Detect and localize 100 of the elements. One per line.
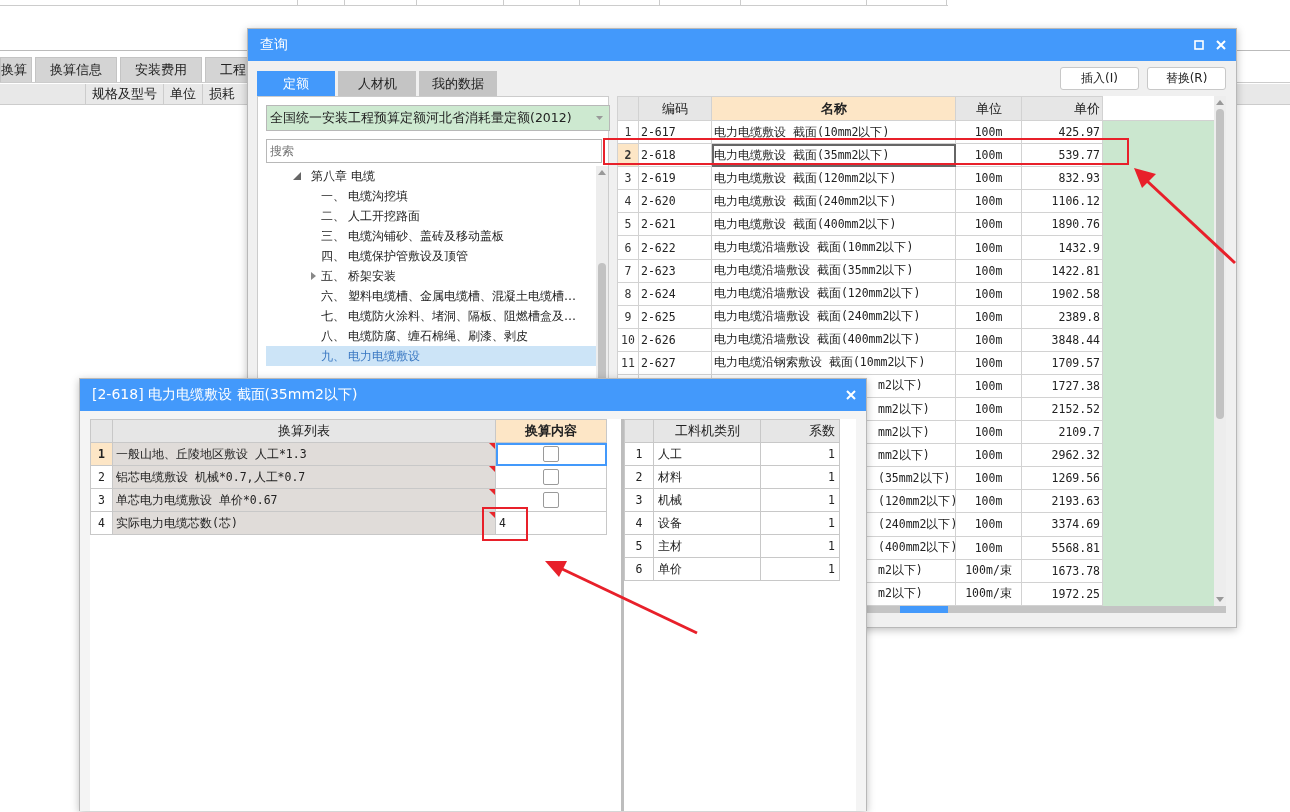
row-number: 11 — [617, 351, 639, 375]
column-header: 编码 — [638, 96, 712, 121]
tab[interactable]: 人材机 — [338, 71, 416, 96]
row-number: 2 — [624, 465, 654, 489]
table-cell: 100m — [955, 489, 1022, 513]
row-number: 5 — [617, 212, 639, 236]
table-cell: 机械 — [653, 488, 761, 512]
window-title: 查询 — [260, 36, 289, 54]
table-cell: 100m — [955, 351, 1022, 375]
table-cell: 电力电缆沿墙敷设 截面(10mm2以下) — [711, 236, 956, 260]
table-cell: 一般山地、丘陵地区敷设 人工*1.3 — [116, 446, 307, 461]
row-number: 2 — [90, 465, 113, 489]
row-number: 9 — [617, 305, 639, 329]
table-cell: 电力电缆沿墙敷设 截面(400mm2以下) — [711, 328, 956, 352]
table-cell: 1422.81 — [1021, 259, 1103, 283]
table-cell: 电力电缆沿墙敷设 截面(240mm2以下) — [711, 305, 956, 329]
scroll-up-icon — [598, 170, 606, 175]
library-dropdown[interactable]: 全国统一安装工程预算定额河北省消耗量定额(2012) — [266, 105, 610, 131]
collapsed-icon — [311, 272, 316, 280]
column-header: 单位 — [955, 96, 1022, 121]
table-cell: 1 — [760, 488, 840, 512]
table-cell: 材料 — [653, 465, 761, 489]
table-cell: 铝芯电缆敷设 机械*0.7,人工*0.7 — [116, 469, 306, 484]
tree-item[interactable]: 五、 桥架安装 — [266, 266, 596, 286]
table-cell: 4 — [499, 516, 506, 530]
tab[interactable]: 安装费用 — [120, 57, 202, 82]
table-cell: 100m — [955, 466, 1022, 490]
table-cell: 1 — [760, 557, 840, 581]
tree-item[interactable]: 四、 电缆保护管敷设及顶管 — [266, 246, 596, 266]
table-cell: 2109.7 — [1021, 420, 1103, 444]
table-cell: 100m — [955, 259, 1022, 283]
tree-item[interactable]: 三、 电缆沟铺砂、盖砖及移动盖板 — [266, 226, 596, 246]
checkbox[interactable] — [543, 469, 559, 485]
table-cell: 人工 — [653, 442, 761, 466]
table-cell: 100m — [955, 443, 1022, 467]
tab[interactable]: 换算 — [0, 57, 32, 82]
table-cell: 电力电缆敷设 截面(120mm2以下) — [711, 166, 956, 190]
table-cell: 2-618 — [638, 143, 712, 167]
tree-item[interactable]: 八、 电缆防腐、缠石棉绳、刷漆、剥皮 — [266, 326, 596, 346]
tree-item[interactable]: 一、 电缆沟挖填 — [266, 186, 596, 206]
table-cell: 2962.32 — [1021, 443, 1103, 467]
window-title: [2-618] 电力电缆敷设 截面(35mm2以下) — [92, 386, 359, 404]
action-button[interactable]: 插入(I) — [1060, 67, 1139, 90]
table-cell: 电力电缆沿墙敷设 截面(35mm2以下) — [711, 259, 956, 283]
row-number: 10 — [617, 328, 639, 352]
table-cell: 3374.69 — [1021, 512, 1103, 536]
column-header: 工料机类别 — [653, 419, 761, 443]
table-cell: 电力电缆敷设 截面(400mm2以下) — [711, 212, 956, 236]
table-cell: 100m — [955, 397, 1022, 421]
table-cell: 2-619 — [638, 166, 712, 190]
row-number: 1 — [624, 442, 654, 466]
table-cell: 2-620 — [638, 189, 712, 213]
tree-item[interactable]: 九、 电力电缆敷设 — [266, 346, 596, 366]
table-cell: 100m — [955, 143, 1022, 167]
expanded-icon — [293, 172, 301, 180]
table-cell: 1269.56 — [1021, 466, 1103, 490]
row-number: 4 — [617, 189, 639, 213]
tree-item[interactable]: 二、 人工开挖路面 — [266, 206, 596, 226]
row-number: 6 — [624, 557, 654, 581]
tree-item[interactable]: 七、 电缆防火涂料、堵洞、隔板、阻燃槽盒及… — [266, 306, 596, 326]
table-cell: 100m — [955, 166, 1022, 190]
row-number: 3 — [624, 488, 654, 512]
row-number: 7 — [617, 259, 639, 283]
table-cell: 1727.38 — [1021, 374, 1103, 398]
table-cell: 2-621 — [638, 212, 712, 236]
table-cell: 1902.58 — [1021, 282, 1103, 306]
table-cell: 单价 — [653, 557, 761, 581]
table-cell: 425.97 — [1021, 120, 1103, 144]
table-cell: 100m — [955, 282, 1022, 306]
table-cell: 100m — [955, 328, 1022, 352]
scrollbar[interactable] — [1214, 96, 1226, 606]
column-header: 损耗 — [202, 84, 241, 104]
row-number: 3 — [90, 488, 113, 512]
table-cell: 539.77 — [1021, 143, 1103, 167]
table-cell: 1 — [760, 534, 840, 558]
table-cell: 100m/束 — [955, 559, 1022, 583]
table-cell: 2-622 — [638, 236, 712, 260]
row-number: 4 — [624, 511, 654, 535]
search-field[interactable]: 搜索 — [266, 139, 602, 163]
tab[interactable]: 换算信息 — [35, 57, 117, 82]
table-cell: 主材 — [653, 534, 761, 558]
checkbox[interactable] — [543, 446, 559, 462]
row-number: 1 — [617, 120, 639, 144]
table-cell: 单芯电力电缆敷设 单价*0.67 — [116, 492, 278, 507]
maximize-icon — [1194, 40, 1204, 50]
row-number: 5 — [624, 534, 654, 558]
scroll-up-icon — [1216, 100, 1224, 105]
action-button[interactable]: 替换(R) — [1147, 67, 1226, 90]
checkbox[interactable] — [543, 492, 559, 508]
table-cell: 2389.8 — [1021, 305, 1103, 329]
table-cell: 100m — [955, 189, 1022, 213]
tree-item[interactable]: 第八章 电缆 — [266, 166, 596, 186]
column-header: 单价 — [1021, 96, 1103, 121]
table-cell: 2-627 — [638, 351, 712, 375]
tree-item[interactable]: 六、 塑料电缆槽、金属电缆槽、混凝土电缆槽… — [266, 286, 596, 306]
table-cell: 2-623 — [638, 259, 712, 283]
table-cell: 100m — [955, 512, 1022, 536]
table-cell: 1673.78 — [1021, 559, 1103, 583]
tab[interactable]: 我的数据 — [419, 71, 497, 96]
table-cell: 电力电缆沿钢索敷设 截面(10mm2以下) — [711, 351, 956, 375]
